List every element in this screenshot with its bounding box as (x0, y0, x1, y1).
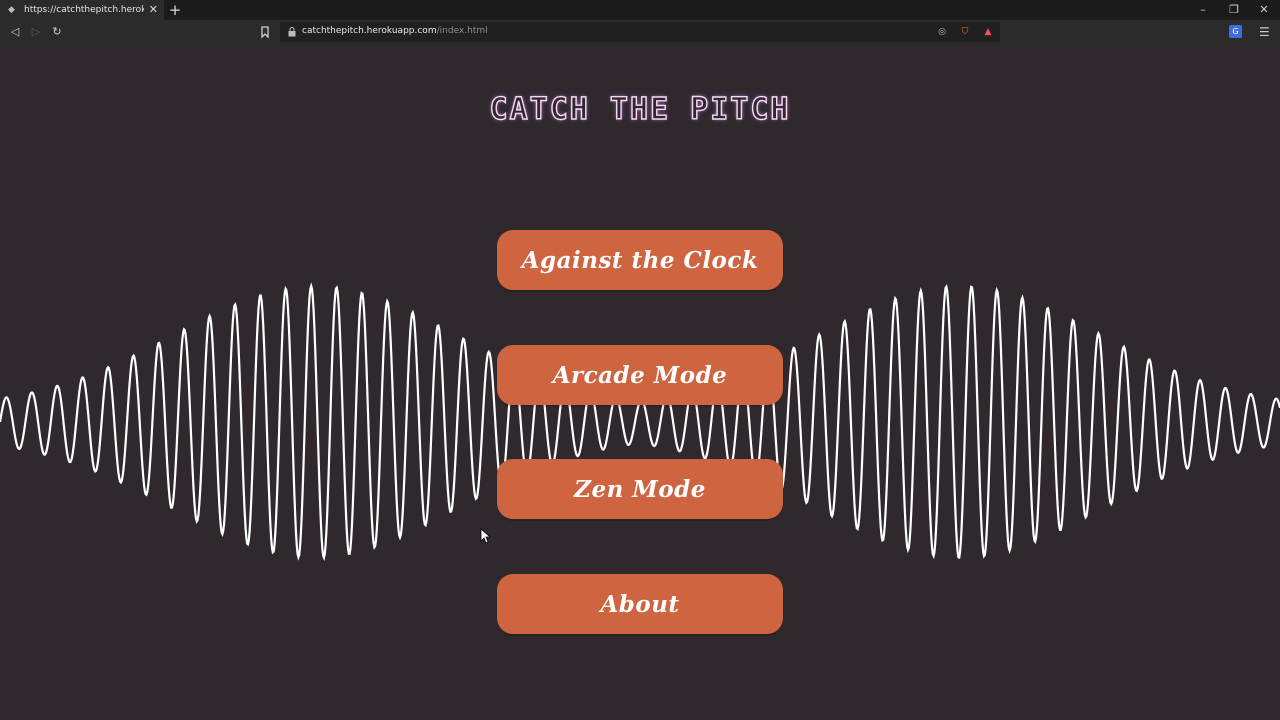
arcade-mode-label: Arcade Mode (552, 361, 728, 389)
browser-menu-icon[interactable]: ☰ (1259, 26, 1270, 38)
brave-rewards-icon[interactable]: ▲ (982, 26, 994, 38)
back-icon[interactable]: ◁ (7, 24, 23, 40)
about-button[interactable]: About (497, 574, 783, 634)
globe-icon: ◆ (8, 5, 15, 15)
forward-icon[interactable]: ▷ (28, 24, 44, 40)
close-tab-icon[interactable]: ✕ (149, 3, 158, 17)
lock-icon (288, 27, 296, 37)
reload-icon[interactable]: ↻ (49, 24, 65, 40)
arcade-mode-button[interactable]: Arcade Mode (497, 345, 783, 405)
browser-tab[interactable]: ◆ https://catchthepitch.herokuapp.com/in… (0, 0, 164, 20)
new-tab-icon[interactable]: + (168, 1, 182, 19)
translate-icon[interactable]: G (1229, 25, 1242, 38)
restore-icon[interactable]: ❐ (1225, 2, 1243, 18)
zen-mode-label: Zen Mode (574, 475, 706, 503)
brave-shield-icon[interactable]: ⛉ (959, 26, 971, 38)
minimize-icon[interactable]: – (1194, 2, 1212, 18)
about-label: About (600, 590, 680, 618)
address-bar[interactable]: catchthepitch.herokuapp.com/index.html ◎… (280, 22, 1000, 42)
url-text: catchthepitch.herokuapp.com/index.html (302, 26, 488, 36)
page-title: CATCH THE PITCH (489, 91, 791, 127)
against-the-clock-label: Against the Clock (521, 246, 759, 274)
navigation-bar: ◁ ▷ ↻ catchthepitch.herokuapp.com/index.… (0, 20, 1280, 44)
site-permissions-icon[interactable]: ◎ (936, 26, 948, 38)
tab-title: https://catchthepitch.herokuapp.com/inde… (24, 5, 144, 15)
close-window-icon[interactable]: ✕ (1255, 2, 1273, 18)
mouse-cursor (480, 528, 490, 544)
url-host: catchthepitch.herokuapp.com (302, 26, 437, 36)
zen-mode-button[interactable]: Zen Mode (497, 459, 783, 519)
bookmark-icon[interactable] (258, 24, 272, 40)
against-the-clock-button[interactable]: Against the Clock (497, 230, 783, 290)
game-menu-page: CATCH THE PITCH Against the Clock Arcade… (0, 44, 1280, 720)
url-path: /index.html (436, 26, 488, 36)
tab-bar: ◆ https://catchthepitch.herokuapp.com/in… (0, 0, 1280, 20)
